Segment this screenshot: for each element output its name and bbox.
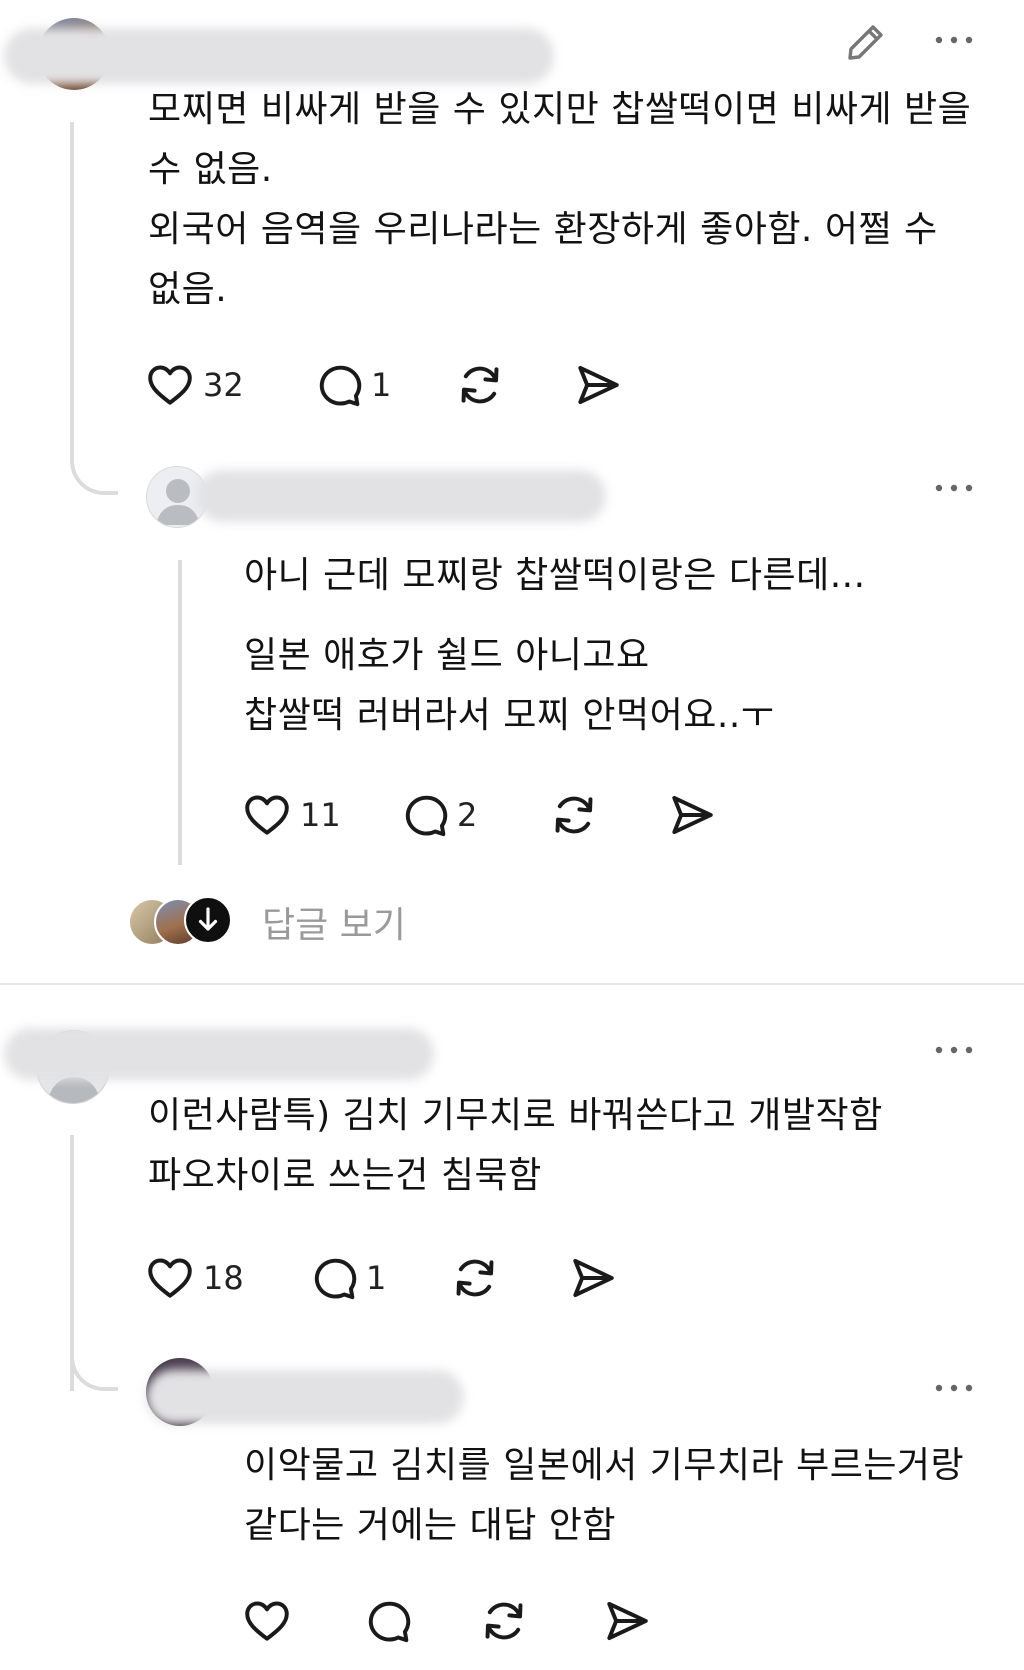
thread-connector — [70, 1335, 118, 1391]
repost-icon — [549, 790, 599, 840]
reply-button[interactable] — [362, 1596, 412, 1646]
reply-count: 1 — [371, 366, 392, 404]
comment-bubble-icon — [308, 1253, 358, 1303]
thread-line — [178, 560, 182, 865]
more-options-icon[interactable] — [932, 1040, 976, 1060]
pencil-icon — [848, 25, 883, 60]
edit-button[interactable] — [842, 18, 890, 66]
reply-avatars[interactable] — [128, 896, 238, 946]
comment-text: 이런사람특) 김치 기무치로 바꿔쓴다고 개발작함 파오차이로 쓰는건 침묵함 — [148, 1095, 883, 1196]
like-button[interactable]: 11 — [242, 790, 341, 840]
expand-replies-button[interactable] — [184, 896, 232, 944]
reply-button[interactable]: 2 — [399, 790, 477, 840]
thread-line — [70, 122, 74, 454]
repost-icon — [455, 360, 505, 410]
send-icon — [573, 360, 623, 410]
comment-actions: 18 1 — [145, 1253, 645, 1303]
repost-icon — [450, 1253, 500, 1303]
reply-button[interactable]: 1 — [313, 360, 391, 410]
divider — [0, 983, 1024, 985]
more-options-icon[interactable] — [932, 30, 976, 50]
arrow-down-icon — [198, 907, 218, 931]
send-icon — [568, 1253, 618, 1303]
repost-icon — [479, 1596, 529, 1646]
username-redacted — [4, 28, 554, 84]
share-button[interactable] — [667, 790, 717, 840]
reply-actions: 11 2 — [242, 790, 742, 840]
share-button[interactable] — [568, 1253, 618, 1303]
view-replies-link[interactable]: 답글 보기 — [262, 896, 406, 948]
reply-text: 이악물고 김치를 일본에서 기무치라 부르는거랑 같다는 거에는 대답 안함 — [244, 1445, 965, 1546]
like-button[interactable] — [242, 1596, 292, 1646]
comment-bubble-icon — [313, 360, 363, 410]
reply-text-paragraph: 일본 애호가 쉴드 아니고요 찹쌀떡 러버라서 모찌 안먹어요..ㅜ — [244, 635, 775, 736]
comment-bubble-icon — [362, 1596, 412, 1646]
like-count: 11 — [300, 796, 341, 834]
share-button[interactable] — [602, 1596, 652, 1646]
reply-count: 2 — [457, 796, 478, 834]
like-button[interactable]: 32 — [145, 360, 244, 410]
heart-icon — [145, 360, 195, 410]
send-icon — [602, 1596, 652, 1646]
repost-button[interactable] — [455, 360, 505, 410]
like-button[interactable]: 18 — [145, 1253, 244, 1303]
username-redacted — [196, 470, 606, 522]
heart-icon — [242, 1596, 292, 1646]
heart-icon — [242, 790, 292, 840]
like-count: 18 — [203, 1259, 244, 1297]
reply-count: 1 — [366, 1259, 387, 1297]
reply-text: 아니 근데 모찌랑 찹쌀떡이랑은 다른데... — [244, 555, 866, 596]
like-count: 32 — [203, 366, 244, 404]
more-options-icon[interactable] — [932, 478, 976, 498]
comment-bubble-icon — [399, 790, 449, 840]
comment-text: 모찌면 비싸게 받을 수 있지만 찹쌀떡이면 비싸게 받을 수 없음. 외국어 … — [148, 89, 972, 310]
share-button[interactable] — [573, 360, 623, 410]
thread-connector — [70, 440, 118, 495]
repost-button[interactable] — [479, 1596, 529, 1646]
more-options-icon[interactable] — [932, 1378, 976, 1398]
repost-button[interactable] — [450, 1253, 500, 1303]
heart-icon — [145, 1253, 195, 1303]
comment-actions: 32 1 — [145, 360, 645, 410]
reply-actions — [242, 1596, 742, 1646]
reply-button[interactable]: 1 — [308, 1253, 386, 1303]
username-redacted — [146, 1370, 464, 1424]
repost-button[interactable] — [549, 790, 599, 840]
send-icon — [667, 790, 717, 840]
username-redacted — [4, 1028, 434, 1080]
